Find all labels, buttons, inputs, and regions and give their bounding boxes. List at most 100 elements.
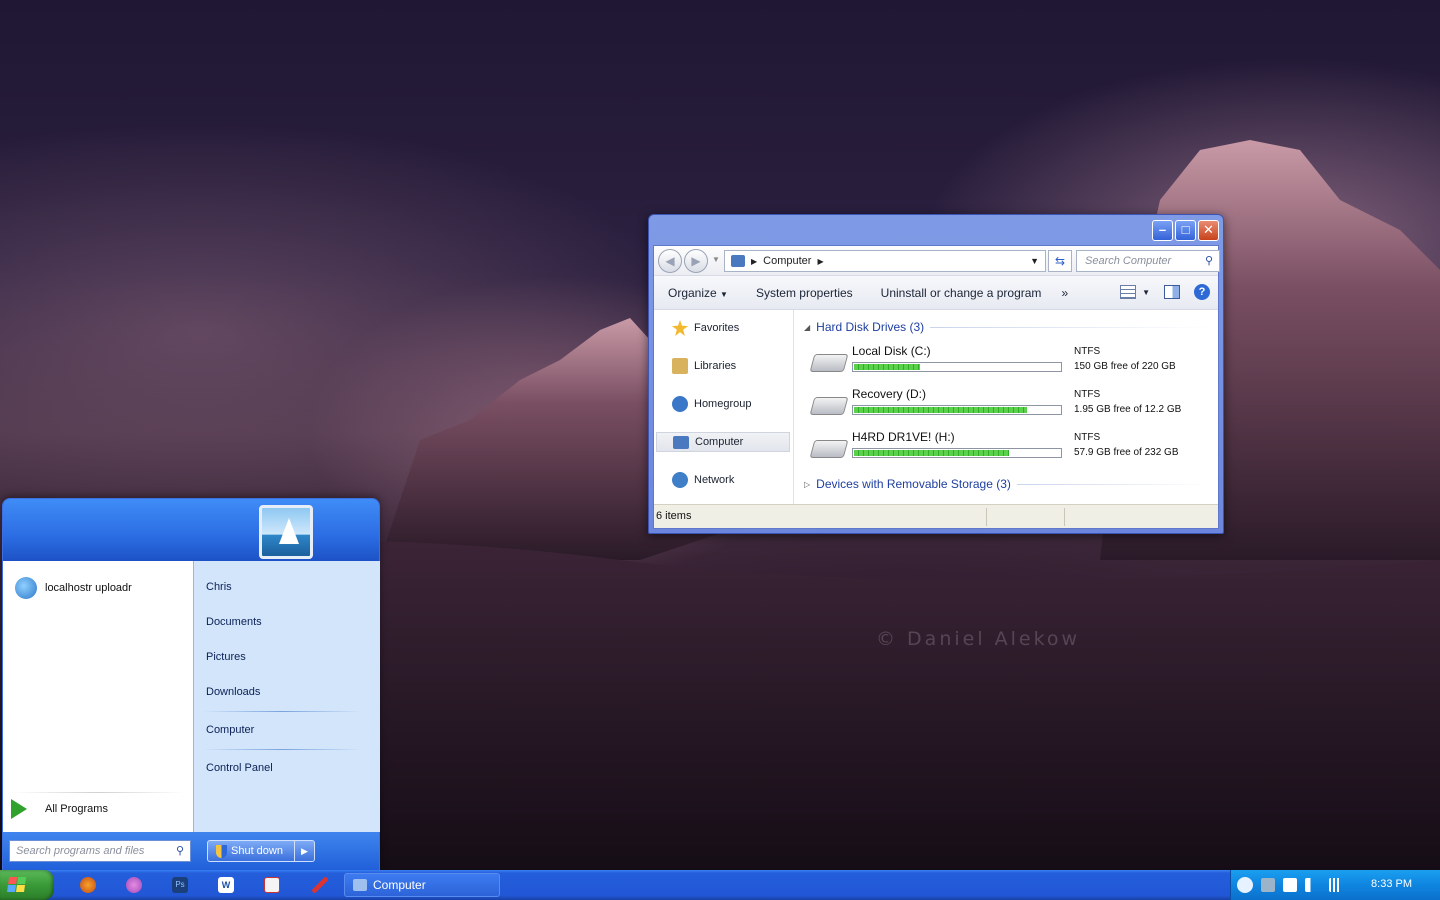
start-button[interactable] [0,870,54,900]
drive-name: Recovery (D:) [852,387,927,401]
help-icon[interactable]: ? [1194,284,1210,300]
pinned-program-label: localhostr uploadr [45,582,132,594]
flag-icon[interactable] [1283,878,1297,892]
uninstall-button[interactable]: Uninstall or change a program [867,286,1056,300]
group-title: Hard Disk Drives (3) [816,320,925,334]
explorer-body: ◀ ▶ ▼ ▶ Computer ▶ ▼ ⇆ Search Computer ⚲… [653,245,1220,529]
start-menu-header [3,499,379,561]
address-dropdown-icon[interactable]: ▼ [1030,256,1039,266]
group-header-hdd[interactable]: ◢ Hard Disk Drives (3) [804,320,1212,334]
pinwheel-icon[interactable] [126,877,142,893]
more-commands-button[interactable]: » [1055,286,1074,300]
explorer-window[interactable]: – □ ✕ ◀ ▶ ▼ ▶ Computer ▶ ▼ ⇆ Search Comp… [648,214,1224,534]
firefox-icon[interactable] [80,877,96,893]
app-icon[interactable] [264,877,280,893]
nav-label: Computer [695,436,744,448]
nav-item-libraries[interactable]: Libraries [656,356,790,376]
maximize-button[interactable]: □ [1175,220,1196,241]
expand-triangle-icon[interactable]: ▷ [804,480,810,489]
drive-item[interactable]: Recovery (D:) NTFS 1.95 GB free of 12.2 … [809,387,1210,427]
forward-button[interactable]: ▶ [684,249,708,273]
system-properties-button[interactable]: System properties [742,286,867,300]
places-item-documents[interactable]: Documents [206,616,262,628]
computer-icon [673,435,689,449]
command-bar: Organize ▼ System properties Uninstall o… [654,276,1218,310]
drive-free-space: 57.9 GB free of 232 GB [1074,447,1179,458]
recent-pages-icon[interactable]: ▼ [712,255,720,264]
library-icon [672,358,688,374]
start-search-input[interactable]: Search programs and files ⚲ [9,840,191,862]
hard-drive-icon [809,397,849,415]
windows-logo-icon [6,877,28,893]
shield-icon [216,844,227,858]
address-bar[interactable]: ▶ Computer ▶ ▼ [724,250,1046,272]
breadcrumb-arrow-icon[interactable]: ▶ [817,257,823,266]
places-item-pictures[interactable]: Pictures [206,651,246,663]
drive-free-space: 1.95 GB free of 12.2 GB [1074,404,1182,415]
nav-item-network[interactable]: Network [656,470,790,490]
group-header-removable[interactable]: ▷ Devices with Removable Storage (3) [804,477,1212,491]
group-divider [1016,483,1212,485]
places-divider [202,711,362,712]
bird-icon[interactable] [1261,878,1275,892]
breadcrumb-computer[interactable]: Computer [763,255,811,267]
start-menu-programs: localhostr uploadr All Programs [3,561,193,832]
volume-icon[interactable] [1305,878,1319,892]
nav-item-computer[interactable]: Computer [656,432,790,452]
shutdown-label: Shut down [231,845,283,857]
drive-free-space: 150 GB free of 220 GB [1074,361,1176,372]
all-programs-button[interactable]: All Programs [11,799,108,819]
tools-icon[interactable] [312,877,328,893]
status-divider [986,508,987,526]
view-controls: ▼ ? [1120,284,1210,300]
start-menu-places: Chris Documents Pictures Downloads Compu… [193,561,380,832]
word-icon[interactable]: W [218,877,234,893]
wallpaper-watermark: © Daniel Alekow [876,628,1081,650]
places-divider [202,749,362,750]
places-item-user[interactable]: Chris [206,581,232,593]
start-menu: localhostr uploadr All Programs Chris Do… [2,498,380,871]
signal-icon[interactable] [1329,878,1343,892]
system-drive-icon [809,354,849,372]
clock[interactable]: 8:33 PM [1371,878,1412,890]
close-button[interactable]: ✕ [1198,220,1219,241]
show-hidden-icons-button[interactable] [1237,877,1253,893]
taskbar-button-computer[interactable]: Computer [344,873,500,897]
drive-usage-fill [854,364,920,370]
drive-usage-bar [852,448,1062,458]
globe-icon [15,577,37,599]
search-input[interactable]: Search Computer ⚲ [1076,250,1220,272]
drive-item[interactable]: H4RD DR1VE! (H:) NTFS 57.9 GB free of 23… [809,430,1210,470]
group-title: Devices with Removable Storage (3) [816,477,1011,491]
nav-label: Homegroup [694,398,752,410]
taskbar: Ps W Computer 8:33 PM [0,870,1440,900]
organize-button[interactable]: Organize ▼ [654,286,742,300]
places-item-control-panel[interactable]: Control Panel [206,762,273,774]
avatar[interactable] [259,505,313,559]
refresh-button[interactable]: ⇆ [1048,250,1072,272]
breadcrumb-arrow-icon[interactable]: ▶ [751,257,757,266]
shutdown-button[interactable]: Shut down ▶ [207,840,315,862]
places-item-computer[interactable]: Computer [206,724,254,736]
shutdown-options-arrow-icon[interactable]: ▶ [294,841,314,861]
change-view-icon[interactable] [1120,285,1137,299]
view-dropdown-icon[interactable]: ▼ [1142,288,1150,297]
programs-divider [11,792,185,793]
arrow-right-icon [11,799,27,819]
photoshop-icon[interactable]: Ps [172,877,188,893]
address-row: ◀ ▶ ▼ ▶ Computer ▶ ▼ ⇆ Search Computer ⚲ [654,246,1220,276]
search-icon[interactable]: ⚲ [176,844,184,857]
sailboat-icon [279,518,299,544]
back-button[interactable]: ◀ [658,249,682,273]
nav-item-homegroup[interactable]: Homegroup [656,394,790,414]
search-icon[interactable]: ⚲ [1205,254,1213,267]
drive-item[interactable]: Local Disk (C:) NTFS 150 GB free of 220 … [809,344,1210,384]
pinned-program[interactable]: localhostr uploadr [15,577,132,599]
places-item-downloads[interactable]: Downloads [206,686,260,698]
group-divider [930,326,1212,328]
nav-item-favorites[interactable]: Favorites [656,318,790,338]
minimize-button[interactable]: – [1152,220,1173,241]
preview-pane-icon[interactable] [1164,285,1180,299]
drive-filesystem: NTFS [1074,346,1101,357]
collapse-triangle-icon[interactable]: ◢ [804,323,810,332]
